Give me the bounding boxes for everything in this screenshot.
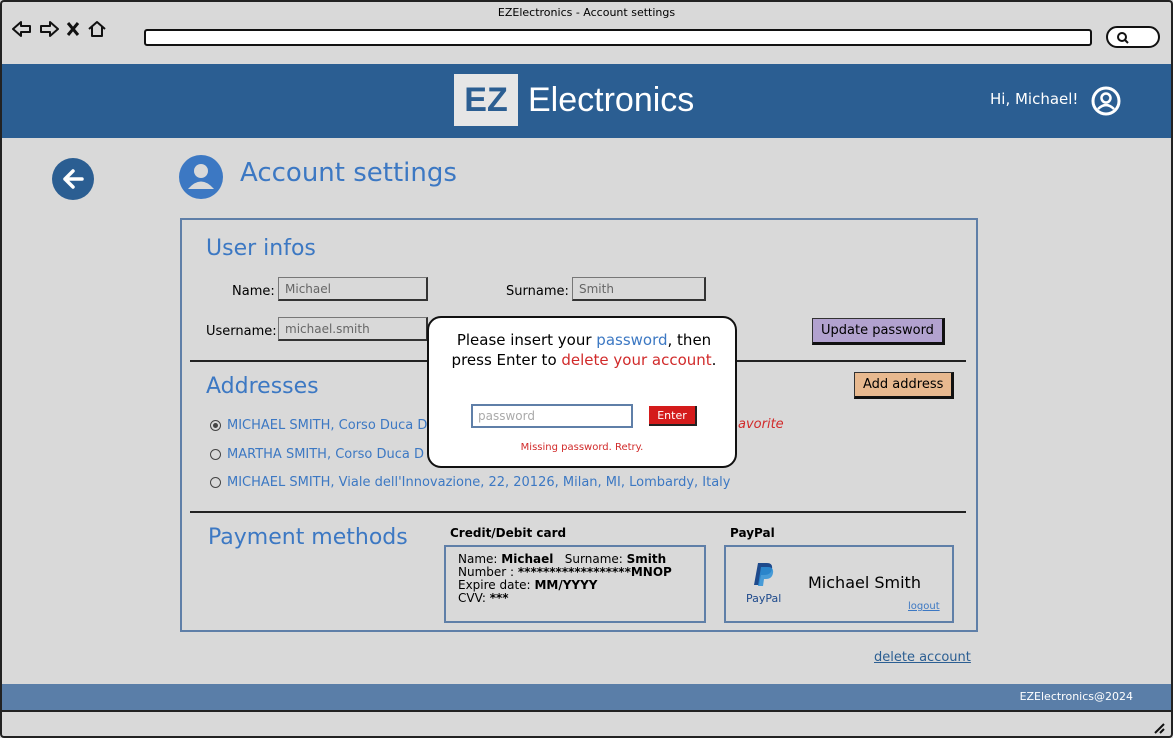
credit-card[interactable]: Name: Michael Surname: Smith Number : **… <box>444 545 706 623</box>
name-field[interactable]: Michael <box>278 277 428 301</box>
update-password-button[interactable]: Update password <box>812 318 945 345</box>
forward-arrow-icon[interactable] <box>39 20 59 38</box>
enter-button[interactable]: Enter <box>649 406 697 426</box>
favorite-label: avorite <box>738 417 784 432</box>
surname-label: Surname: <box>506 284 569 299</box>
browser-statusbar <box>0 710 1173 738</box>
paypal-account[interactable]: PayPal Michael Smith logout <box>724 545 954 623</box>
username-field[interactable]: michael.smith <box>278 317 428 341</box>
site-header: EZ Electronics Hi, Michael! <box>0 64 1173 138</box>
close-x-icon[interactable] <box>66 21 80 37</box>
delete-account-modal: Please insert your password, then press … <box>427 316 737 468</box>
footer-text: EZElectronics@2024 <box>1019 690 1133 703</box>
card-heading: Credit/Debit card <box>450 526 567 540</box>
payment-methods-title: Payment methods <box>208 525 408 550</box>
address-item[interactable]: MARTHA SMITH, Corso Duca D <box>210 447 424 462</box>
address-text: MICHAEL SMITH, Viale dell'Innovazione, 2… <box>227 475 731 490</box>
delete-account-link[interactable]: delete account <box>874 650 971 665</box>
paypal-name: Michael Smith <box>808 573 921 592</box>
paypal-logout-link[interactable]: logout <box>908 601 940 612</box>
radio-unselected[interactable] <box>210 449 221 460</box>
surname-field[interactable]: Smith <box>572 277 706 301</box>
paypal-logo: PayPal <box>746 561 781 605</box>
back-button[interactable] <box>52 158 94 200</box>
browser-nav <box>12 20 107 38</box>
resize-grip-icon[interactable] <box>1151 720 1165 734</box>
divider <box>190 511 966 513</box>
card-cvv-line: CVV: *** <box>458 591 509 605</box>
browser-search[interactable] <box>1106 26 1160 48</box>
address-text: MARTHA SMITH, Corso Duca D <box>227 447 424 462</box>
search-icon <box>1117 32 1129 44</box>
radio-selected[interactable] <box>210 420 221 431</box>
site-footer: EZElectronics@2024 <box>0 684 1173 710</box>
modal-message: Please insert your password, then press … <box>451 331 717 369</box>
home-icon[interactable] <box>87 20 107 38</box>
user-infos-title: User infos <box>206 236 316 261</box>
address-item[interactable]: MICHAEL SMITH, Viale dell'Innovazione, 2… <box>210 475 731 490</box>
back-arrow-icon[interactable] <box>12 20 32 38</box>
user-greeting: Hi, Michael! <box>990 90 1079 108</box>
username-label: Username: <box>206 324 277 339</box>
add-address-button[interactable]: Add address <box>854 372 955 399</box>
paypal-heading: PayPal <box>730 526 775 540</box>
address-item[interactable]: MICHAEL SMITH, Corso Duca D <box>210 418 427 433</box>
radio-unselected[interactable] <box>210 477 221 488</box>
name-label: Name: <box>232 284 275 299</box>
account-icon <box>179 155 223 199</box>
paypal-label: PayPal <box>746 592 782 605</box>
window-title: EZElectronics - Account settings <box>497 6 676 19</box>
arrow-left-icon <box>63 169 84 189</box>
address-bar[interactable] <box>144 29 1092 46</box>
page-title: Account settings <box>240 158 457 188</box>
logo-box: EZ <box>454 74 518 126</box>
user-account-icon[interactable] <box>1090 85 1122 117</box>
logo[interactable]: EZ Electronics <box>454 74 694 126</box>
paypal-icon <box>753 563 773 586</box>
addresses-title: Addresses <box>206 374 319 399</box>
logo-text: Electronics <box>528 80 695 119</box>
password-input[interactable]: password <box>471 404 633 428</box>
browser-chrome: EZElectronics - Account settings <box>0 0 1173 64</box>
modal-error: Missing password. Retry. <box>520 442 644 453</box>
address-text: MICHAEL SMITH, Corso Duca D <box>227 418 428 433</box>
